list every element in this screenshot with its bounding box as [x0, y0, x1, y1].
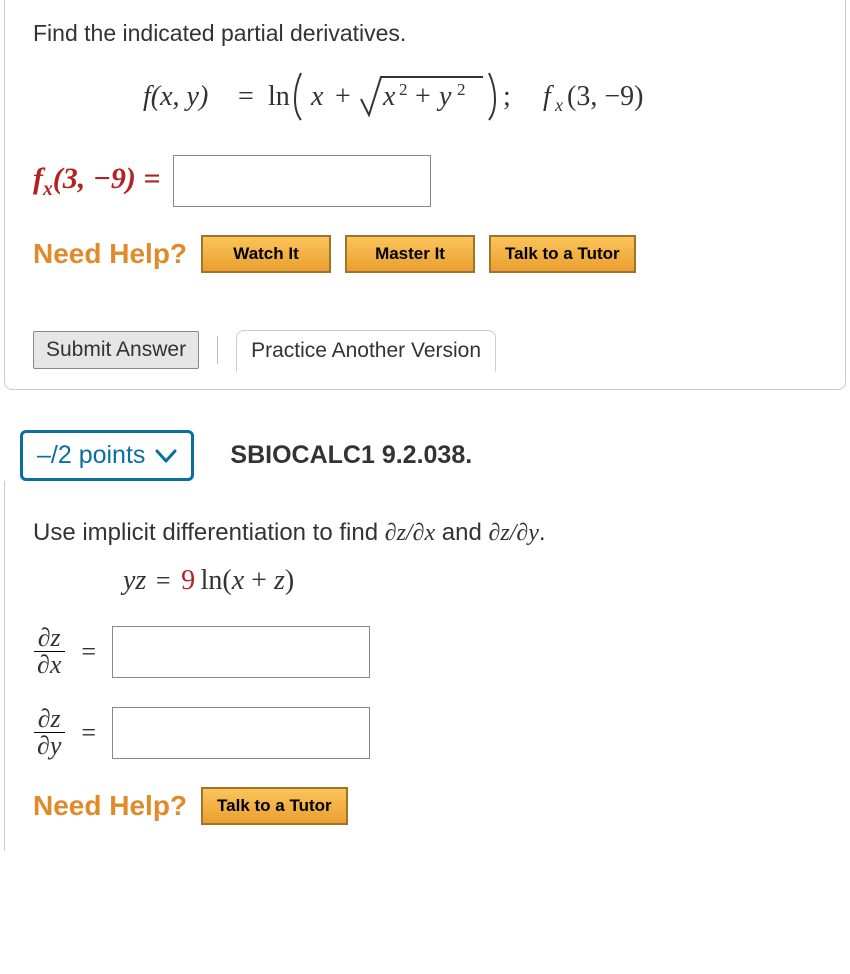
- q1-answer-row: fx(3, −9) =: [33, 155, 817, 207]
- question-1-body: Find the indicated partial derivatives. …: [5, 0, 845, 323]
- submit-answer-button[interactable]: Submit Answer: [33, 331, 199, 369]
- svg-text:ln: ln: [268, 81, 290, 112]
- q2-eq-lhs: yz: [123, 565, 146, 596]
- equals-sign: =: [77, 718, 100, 748]
- q1-footer: Submit Answer Practice Another Version: [5, 323, 845, 389]
- master-it-button[interactable]: Master It: [345, 235, 475, 273]
- svg-text:+: +: [335, 81, 351, 112]
- question-1-panel: Find the indicated partial derivatives. …: [4, 0, 846, 390]
- q2-dzdy-row: ∂z ∂y =: [33, 706, 822, 759]
- q2-eq-rhs: ln(x + z): [201, 565, 295, 596]
- q2-header: –/2 points SBIOCALC1 9.2.038.: [0, 430, 850, 481]
- q2-dzdx-row: ∂z ∂x =: [33, 625, 822, 678]
- q1-equation-svg: f(x, y) = ln x + x 2 + y 2 ;: [143, 65, 703, 125]
- dzdy-num: ∂z: [34, 706, 65, 733]
- svg-text:f(x, y): f(x, y): [143, 81, 208, 112]
- question-2-panel: Use implicit differentiation to find ∂z/…: [4, 481, 850, 851]
- dzdy-den: ∂y: [33, 733, 65, 759]
- svg-text:y: y: [436, 81, 452, 112]
- svg-text:2: 2: [457, 80, 466, 99]
- svg-text:x: x: [310, 81, 324, 112]
- svg-text:;: ;: [503, 81, 511, 112]
- q1-prompt: Find the indicated partial derivatives.: [33, 20, 817, 47]
- q2-eq-coef: 9: [181, 565, 195, 596]
- dzdy-label: ∂z ∂y: [33, 706, 65, 759]
- svg-text:(3, −9): (3, −9): [567, 81, 643, 112]
- dzdx-label: ∂z ∂x: [33, 625, 65, 678]
- svg-text:x: x: [554, 95, 563, 115]
- need-help-label: Need Help?: [33, 790, 187, 822]
- chevron-down-icon: [155, 449, 177, 463]
- q1-help-row: Need Help? Watch It Master It Talk to a …: [33, 235, 817, 273]
- q2-prompt: Use implicit differentiation to find ∂z/…: [33, 519, 822, 547]
- q1-equation: f(x, y) = ln x + x 2 + y 2 ;: [33, 65, 817, 125]
- dzdx-input[interactable]: [112, 626, 370, 678]
- q1-answer-input[interactable]: [173, 155, 431, 207]
- watch-it-button[interactable]: Watch It: [201, 235, 331, 273]
- dzdx-den: ∂x: [33, 652, 65, 678]
- need-help-label: Need Help?: [33, 238, 187, 270]
- dzdy-input[interactable]: [112, 707, 370, 759]
- q2-citation: SBIOCALC1 9.2.038.: [230, 441, 472, 470]
- q1-answer-label: fx(3, −9) =: [33, 162, 161, 201]
- svg-text:+: +: [415, 81, 431, 112]
- points-text: –/2 points: [37, 441, 145, 470]
- divider: [217, 336, 218, 364]
- q2-help-row: Need Help? Talk to a Tutor: [33, 787, 822, 825]
- svg-text:2: 2: [399, 80, 408, 99]
- equals-sign: =: [77, 637, 100, 667]
- points-pill[interactable]: –/2 points: [20, 430, 194, 481]
- svg-text:x: x: [382, 81, 396, 112]
- q2-equation: yz = 9 ln(x + z): [33, 565, 822, 597]
- practice-another-version-tab[interactable]: Practice Another Version: [236, 330, 496, 372]
- svg-text:f: f: [543, 81, 554, 112]
- dzdx-num: ∂z: [34, 625, 65, 652]
- q2-eq-sign: =: [152, 566, 181, 595]
- talk-to-tutor-button[interactable]: Talk to a Tutor: [489, 235, 636, 273]
- talk-to-tutor-button[interactable]: Talk to a Tutor: [201, 787, 348, 825]
- svg-text:=: =: [238, 81, 254, 112]
- question-2-body: Use implicit differentiation to find ∂z/…: [5, 481, 850, 851]
